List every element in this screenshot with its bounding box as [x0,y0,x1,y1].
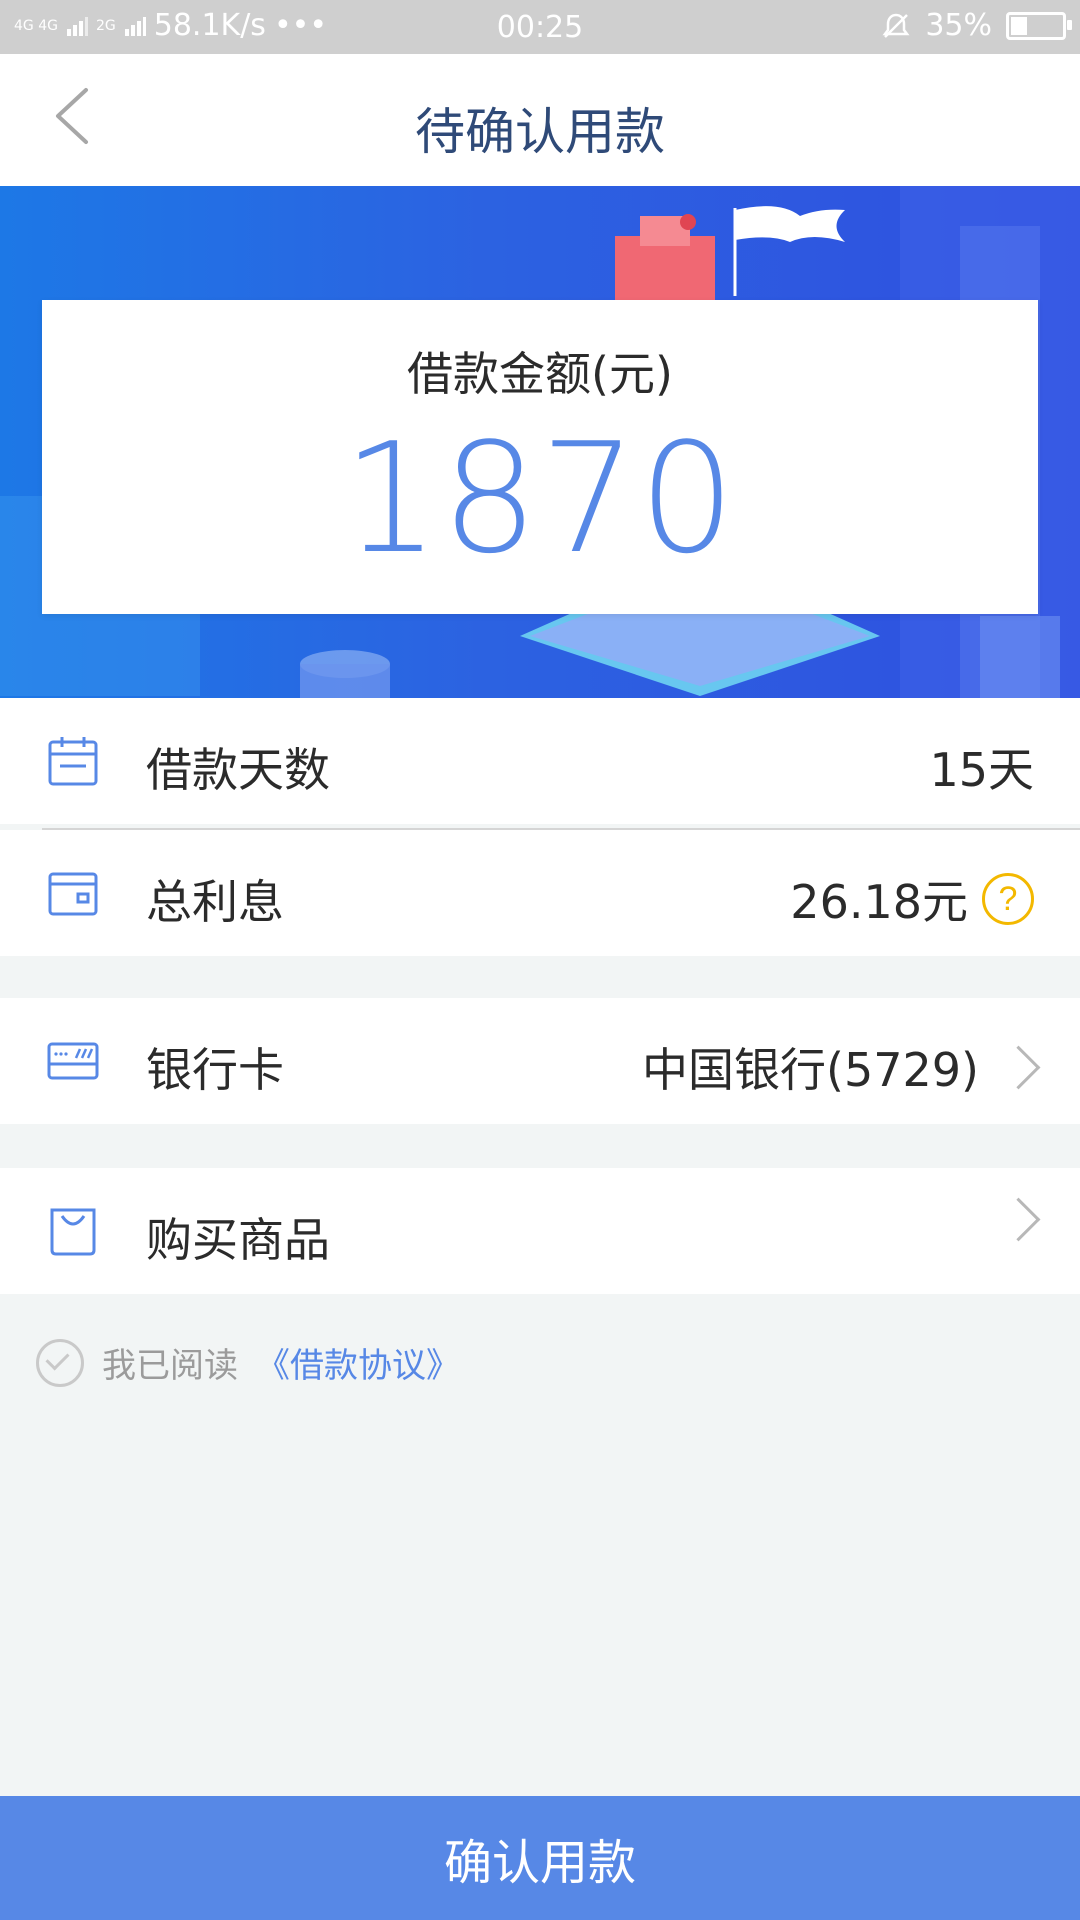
confirm-button[interactable]: 确认用款 [0,1796,1080,1920]
chevron-right-icon [996,1045,1041,1089]
total-interest-row: 总利息 26.18元 ? [0,830,1080,956]
loan-agreement-link[interactable]: 《借款协议》 [256,1338,460,1387]
loan-days-label: 借款天数 [146,743,330,797]
bank-card-text: 中国银行(5729) [642,1043,979,1097]
agree-checkbox[interactable] [36,1338,84,1387]
bank-card-label: 银行卡 [146,1043,284,1097]
wallet-icon [48,872,98,916]
loan-amount-label: 借款金额(元) [407,347,673,401]
purchase-goods-value [979,1197,1041,1242]
bank-card-value: 中国银行(5729) [642,1034,1041,1100]
purchase-goods-label: 购买商品 [146,1213,330,1267]
purchase-goods-row[interactable]: 购买商品 [0,1168,1080,1294]
loan-days-row: 借款天数 15天 [0,698,1080,824]
agreement-text: 我已阅读 [102,1346,238,1386]
total-interest-label: 总利息 [146,875,284,929]
agreement-row: 我已阅读 《借款协议》 [36,1338,460,1387]
shopping-bag-icon [50,1208,96,1256]
calendar-icon [48,737,98,786]
status-bar: 4G 4G 2G 58.1K/s ••• 00:25 35% [0,0,1080,54]
status-right: 35% [881,8,1072,43]
battery-percent: 35% [925,8,992,43]
loan-days-value: 15天 [929,734,1034,800]
loan-days-text: 15天 [929,743,1034,797]
bank-card-row[interactable]: 银行卡 中国银行(5729) [0,998,1080,1124]
chevron-right-icon [996,1197,1041,1242]
loan-amount-card: 借款金额(元) 1870 [42,300,1038,614]
total-interest-value: 26.18元 ? [790,866,1034,932]
page-title: 待确认用款 [415,103,665,161]
credit-card-icon [47,1042,99,1080]
top-nav-bar: 待确认用款 [0,54,1080,186]
question-icon[interactable]: ? [982,873,1034,925]
loan-amount-value: 1870 [342,410,738,587]
bell-muted-icon [882,13,910,38]
total-interest-text: 26.18元 [790,875,968,929]
battery-icon [1006,11,1072,40]
